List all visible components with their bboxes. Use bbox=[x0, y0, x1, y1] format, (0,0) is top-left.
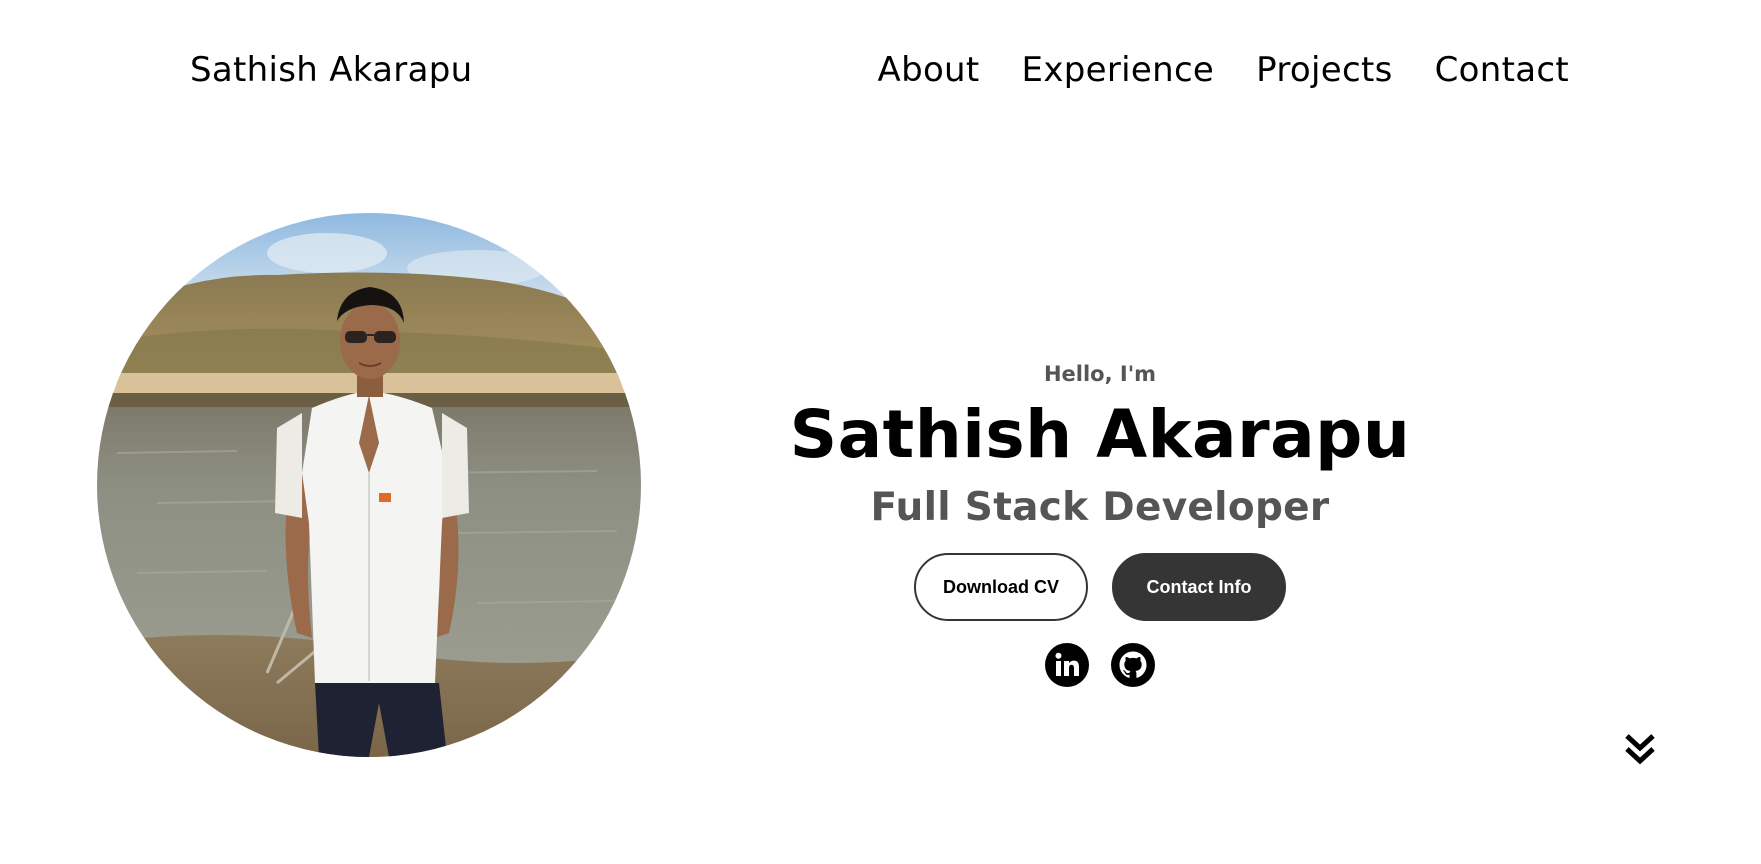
nav-links: About Experience Projects Contact bbox=[878, 50, 1569, 90]
nav-link-experience[interactable]: Experience bbox=[1022, 50, 1215, 90]
site-logo[interactable]: Sathish Akarapu bbox=[190, 50, 472, 90]
linkedin-icon[interactable] bbox=[1045, 643, 1089, 687]
social-links bbox=[760, 643, 1440, 687]
nav-link-about[interactable]: About bbox=[878, 50, 980, 90]
download-cv-button[interactable]: Download CV bbox=[914, 553, 1088, 621]
github-icon[interactable] bbox=[1111, 643, 1155, 687]
double-chevron-down-icon[interactable] bbox=[1623, 733, 1657, 767]
top-navigation: Sathish Akarapu About Experience Project… bbox=[0, 0, 1761, 140]
hero-section: Hello, I'm Sathish Akarapu Full Stack De… bbox=[760, 355, 1440, 687]
contact-info-button[interactable]: Contact Info bbox=[1112, 553, 1286, 621]
hero-greeting: Hello, I'm bbox=[1043, 362, 1157, 386]
nav-link-projects[interactable]: Projects bbox=[1256, 50, 1392, 90]
hero-name: Sathish Akarapu bbox=[789, 396, 1411, 473]
hero-buttons: Download CV Contact Info bbox=[760, 553, 1440, 621]
nav-link-contact[interactable]: Contact bbox=[1435, 50, 1569, 90]
profile-picture bbox=[97, 213, 641, 757]
hero-role: Full Stack Developer bbox=[870, 485, 1330, 530]
